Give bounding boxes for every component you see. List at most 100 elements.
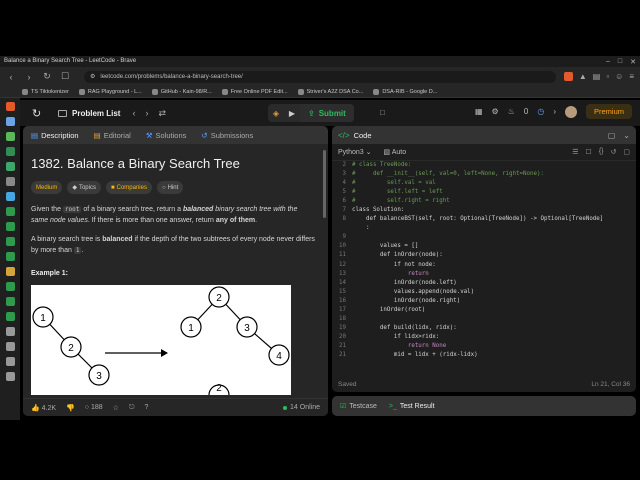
close-icon[interactable]: ✕: [630, 58, 636, 67]
site-info-icon[interactable]: ⚙: [90, 73, 95, 80]
sidebar-app-icon[interactable]: [5, 192, 15, 201]
code-line[interactable]: 19 def build(lidx, ridx):: [332, 324, 636, 333]
bookmark-item[interactable]: Striver's A2Z DSA Co...: [297, 88, 363, 95]
streak-count[interactable]: 0: [524, 107, 528, 116]
timer-expand-icon[interactable]: ›: [553, 107, 556, 116]
code-line[interactable]: 18: [332, 315, 636, 324]
code-line[interactable]: 21 mid = lidx + (ridx-lidx): [332, 351, 636, 360]
description-scrollbar[interactable]: [323, 150, 326, 218]
sidebar-app-icon[interactable]: [5, 132, 15, 141]
code-line[interactable]: 11 def inOrder(node):: [332, 251, 636, 260]
tab-submissions[interactable]: ↺ Submissions: [201, 131, 253, 140]
submit-button[interactable]: ⇪ Submit: [300, 104, 354, 122]
notifications-icon[interactable]: ♨: [508, 107, 515, 116]
sidebar-app-icon[interactable]: [5, 222, 15, 231]
leetcode-logo-icon[interactable]: ↻: [32, 107, 44, 120]
debug-icon[interactable]: ◈: [268, 104, 284, 122]
sidebar-app-icon[interactable]: [5, 327, 15, 336]
code-line[interactable]: 16 inOrder(node.right): [332, 297, 636, 306]
code-line[interactable]: 4 # self.val = val: [332, 179, 636, 188]
help-icon[interactable]: ?: [145, 404, 149, 411]
minimize-icon[interactable]: –: [606, 58, 610, 67]
layout-icon[interactable]: ▦: [475, 107, 483, 116]
code-line[interactable]: 2 # class TreeNode:: [332, 161, 636, 170]
format-icon[interactable]: ☰: [572, 148, 578, 156]
bookmark-item[interactable]: RAG Playground - L...: [78, 88, 142, 95]
settings-icon[interactable]: ⚙: [492, 107, 499, 116]
tab-testcase[interactable]: ☑ Testcase: [340, 402, 377, 411]
code-line[interactable]: 15 values.append(node.val): [332, 288, 636, 297]
sidebar-app-icon[interactable]: [5, 342, 15, 351]
tab-test-result[interactable]: >_ Test Result: [389, 403, 435, 410]
hint-button[interactable]: ○ Hint: [156, 181, 184, 194]
reset-icon[interactable]: ↺: [611, 148, 617, 156]
brave-rewards-icon[interactable]: ▲: [579, 72, 587, 81]
tab-description[interactable]: ▤ Description: [31, 131, 79, 140]
sidebar-toggle-icon[interactable]: ▤: [593, 72, 601, 81]
code-line[interactable]: 12 if not node:: [332, 261, 636, 270]
avatar[interactable]: [564, 105, 577, 118]
bookmark-item[interactable]: GitHub - Kain-98/R...: [151, 88, 212, 95]
sidebar-app-icon[interactable]: [5, 147, 15, 156]
tab-solutions[interactable]: ⚒ Solutions: [146, 131, 187, 140]
difficulty-badge[interactable]: Medium: [31, 181, 63, 194]
menu-icon[interactable]: ≡: [629, 72, 634, 81]
code-line[interactable]: 10 values = []: [332, 242, 636, 251]
collapse-panel-icon[interactable]: ⌄: [623, 131, 630, 140]
sidebar-app-icon[interactable]: [5, 207, 15, 216]
comments-button[interactable]: ○ 188: [85, 404, 103, 411]
sidebar-app-icon[interactable]: [5, 312, 15, 321]
sidebar-app-icon[interactable]: [5, 267, 15, 276]
bookmark-item[interactable]: TS Tiktokenizer: [22, 88, 69, 95]
brave-shield-icon[interactable]: [563, 72, 573, 81]
like-button[interactable]: 👍 4.2K: [31, 404, 56, 412]
code-line[interactable]: 8 def balanceBST(self, root: Optional[Tr…: [332, 215, 636, 224]
sidebar-app-icon[interactable]: [5, 297, 15, 306]
sidebar-app-icon[interactable]: [5, 252, 15, 261]
sidebar-app-icon[interactable]: [5, 177, 15, 186]
bookmark-icon[interactable]: ☐: [60, 71, 70, 82]
bookmark-icon[interactable]: ☐: [586, 148, 592, 156]
back-icon[interactable]: ‹: [6, 72, 16, 82]
next-problem-icon[interactable]: ›: [145, 108, 148, 119]
maximize-icon[interactable]: □: [618, 58, 622, 67]
reload-icon[interactable]: ↻: [42, 71, 52, 82]
code-line[interactable]: 17 inOrder(root): [332, 306, 636, 315]
prev-problem-icon[interactable]: ‹: [132, 108, 135, 119]
code-line[interactable]: 7 class Solution:: [332, 206, 636, 215]
share-icon[interactable]: ⎋: [129, 404, 135, 412]
timer-icon[interactable]: ◷: [537, 107, 544, 116]
sidebar-app-icon[interactable]: [5, 102, 15, 111]
problem-title[interactable]: 1382. Balance a Binary Search Tree: [31, 156, 315, 171]
companies-button[interactable]: ■ Companies: [105, 181, 152, 194]
profile-icon[interactable]: ☺: [615, 72, 623, 81]
wallet-icon[interactable]: ▫: [606, 72, 609, 81]
sidebar-app-icon[interactable]: [5, 117, 15, 126]
sidebar-app-icon[interactable]: [5, 162, 15, 171]
address-bar[interactable]: ⚙ leetcode.com/problems/balance-a-binary…: [84, 70, 556, 83]
topics-button[interactable]: ◆ Topics: [67, 181, 101, 194]
braces-icon[interactable]: {}: [599, 148, 604, 156]
code-line[interactable]: 9: [332, 233, 636, 242]
code-line[interactable]: 20 if lidx>ridx:: [332, 333, 636, 342]
tab-editorial[interactable]: ▤ Editorial: [94, 131, 131, 140]
code-line[interactable]: 6 # self.right = right: [332, 197, 636, 206]
language-select[interactable]: Python3 ⌄: [338, 148, 372, 156]
code-editor[interactable]: 2 # class TreeNode: 3 # def __init__(self, …: [332, 161, 636, 375]
dislike-button[interactable]: 👎: [66, 404, 75, 412]
sidebar-app-icon[interactable]: [5, 357, 15, 366]
problem-list-button[interactable]: Problem List: [58, 109, 120, 118]
sidebar-app-icon[interactable]: [5, 282, 15, 291]
shuffle-icon[interactable]: ⇄: [158, 108, 166, 119]
maximize-panel-icon[interactable]: ▢: [608, 131, 616, 140]
auto-mode-toggle[interactable]: ▧ Auto: [384, 148, 407, 156]
bookmark-item[interactable]: DSA-RIB - Google D...: [373, 88, 437, 95]
note-icon[interactable]: □: [380, 108, 385, 117]
premium-button[interactable]: Premium: [585, 104, 632, 119]
forward-icon[interactable]: ›: [24, 72, 34, 82]
run-icon[interactable]: ▶: [284, 104, 300, 122]
code-line[interactable]: 14 inOrder(node.left): [332, 279, 636, 288]
sidebar-app-icon[interactable]: [5, 237, 15, 246]
code-line[interactable]: 21 return None: [332, 342, 636, 351]
code-line[interactable]: 5 # self.left = left: [332, 188, 636, 197]
